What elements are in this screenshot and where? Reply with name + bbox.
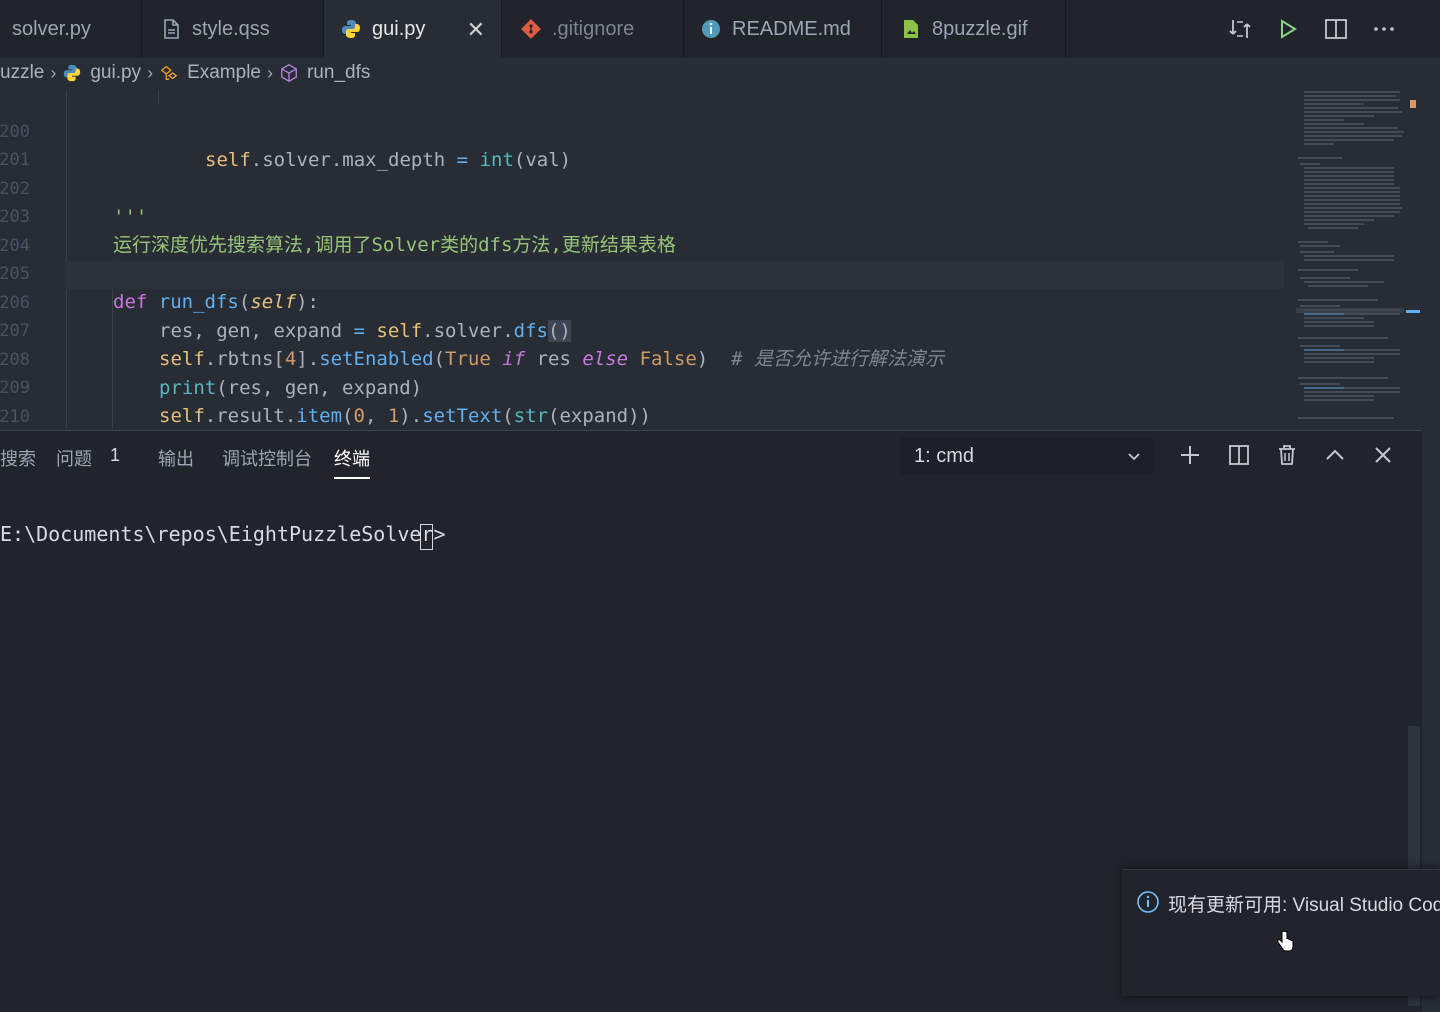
code-line: 202 ''' [0,179,148,228]
close-icon[interactable] [1371,443,1395,467]
code-line: 203 运行深度优先搜索算法,调用了Solver类的dfs方法,更新结果表格 [0,207,676,256]
hand-cursor-icon [1277,930,1294,952]
info-icon [1137,891,1159,913]
code-line: 210 self.result.item(1, 1).setText(str(g… [0,407,30,427]
code-line: 204 ''' [0,236,147,285]
chevron-up-icon[interactable] [1323,443,1347,467]
file-icon [164,19,179,39]
class-icon [160,65,178,81]
problems-count-badge: 1 [110,445,121,465]
close-tab-icon[interactable]: ✕ [467,17,485,43]
breadcrumb-method[interactable]: run_dfs [307,62,370,84]
git-icon [521,19,541,39]
breadcrumb-file[interactable]: gui.py [90,62,141,84]
tab-label: README.md [732,17,851,40]
code-line: 201 [0,150,30,170]
update-notification[interactable]: 现有更新可用: Visual Studio Code [1122,869,1440,996]
split-terminal-icon[interactable] [1227,443,1251,467]
image-file-icon [904,20,918,38]
tab-debug-console[interactable]: 调试控制台 [222,445,312,471]
notification-message: 现有更新可用: Visual Studio Code [1168,895,1440,916]
chevron-right-icon: › [266,62,273,83]
minimap[interactable] [1296,88,1404,428]
code-line: 208 print(res, gen, expand) [0,350,423,399]
code-line: 205 def run_dfs(self): [0,264,319,313]
compare-changes-icon[interactable] [1227,16,1253,42]
editor-tab-bar: solver.py style.qss gui.py ✕ .gitignore … [0,0,1440,58]
tab-label: 8puzzle.gif [932,17,1028,40]
code-line: 200 self.solver.max_depth = int(val) [0,122,572,171]
method-icon [281,64,297,82]
tab-gui-py[interactable]: gui.py ✕ [324,0,502,58]
tab-readme[interactable]: README.md [684,0,882,58]
tab-style-qss[interactable]: style.qss [142,0,324,58]
terminal-cursor [420,524,433,550]
add-icon[interactable] [1178,443,1202,467]
python-icon [342,20,360,38]
breadcrumb-folder[interactable]: uzzle [0,62,44,84]
tab-label: gui.py [372,17,426,40]
tab-problems[interactable]: 问题 [56,445,92,471]
run-icon[interactable] [1275,16,1301,42]
tab-gitignore[interactable]: .gitignore [502,0,684,58]
split-editor-icon[interactable] [1323,16,1349,42]
terminal-select[interactable]: 1: cmd [900,438,1154,474]
tab-label: solver.py [12,17,91,40]
breadcrumb: uzzle › gui.py › Example › run_dfs [0,58,1280,88]
tab-terminal[interactable]: 终端 [334,445,370,479]
editor-scrollbar[interactable] [1406,88,1420,428]
scrollbar-marker [1410,100,1416,108]
tab-label: style.qss [192,17,270,40]
code-line: 209 self.result.item(0, 1).setText(str(e… [0,378,651,427]
code-line: 211 [0,403,1290,428]
tab-solver-py[interactable]: solver.py [0,0,142,58]
chevron-right-icon: › [147,62,154,83]
code-line: 207 self.rbtns[4].setEnabled(True if res… [0,321,944,370]
chevron-right-icon: › [50,62,57,83]
code-line-current: 206 res, gen, expand = self.solver.dfs() [0,261,1284,342]
tab-8puzzle-gif[interactable]: 8puzzle.gif [882,0,1066,58]
more-icon[interactable] [1371,16,1397,42]
terminal-prompt[interactable]: E:\Documents\repos\EightPuzzleSolver> [0,522,446,546]
python-icon [64,64,81,82]
breadcrumb-class[interactable]: Example [187,62,261,84]
scrollbar-marker [1406,310,1420,313]
tab-output[interactable]: 输出 [158,445,194,471]
tab-search[interactable]: 搜索 [0,445,36,471]
terminal-select-value: 1: cmd [914,444,975,467]
tab-label: .gitignore [552,17,635,40]
info-icon [702,20,720,38]
chevron-down-icon [1128,453,1140,461]
code-editor[interactable]: 200 self.solver.max_depth = int(val) 201… [0,90,1290,428]
trash-icon[interactable] [1275,443,1299,467]
